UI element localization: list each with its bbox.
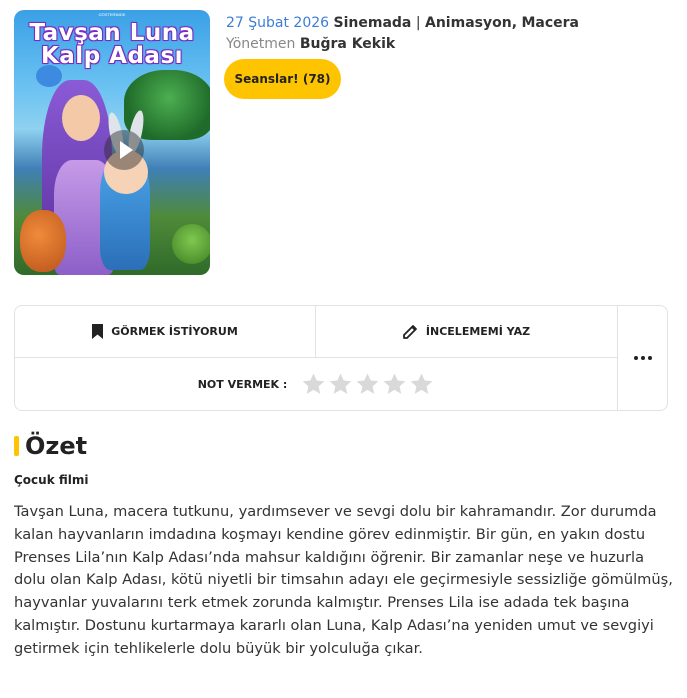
poster-squirrel-art: [20, 210, 66, 272]
movie-poster[interactable]: GÖSTERİMDE Tavşan Luna Kalp Adası: [14, 10, 210, 275]
poster-title-line2: Kalp Adası: [40, 43, 184, 69]
director-name[interactable]: Buğra Kekik: [300, 36, 395, 52]
star-icon[interactable]: [382, 372, 407, 397]
rating-label: NOT VERMEK :: [197, 377, 288, 391]
watchlist-label: GÖRMEK İSTİYORUM: [111, 325, 238, 338]
star-icon[interactable]: [328, 372, 353, 397]
director-info: Yönetmen Buğra Kekik: [226, 35, 666, 53]
release-date: 27 Şubat 2026: [226, 15, 330, 31]
movie-meta: 27 Şubat 2026 Sinemada | Animasyon, Mace…: [226, 14, 666, 53]
summary-text: Tavşan Luna, macera tutkunu, yardımsever…: [14, 503, 673, 657]
poster-title-line1: Tavşan Luna: [29, 20, 195, 46]
genre-comma: ,: [511, 15, 518, 31]
release-status: Sinemada: [333, 15, 412, 31]
star-icon[interactable]: [355, 372, 380, 397]
pencil-icon: [403, 324, 418, 339]
genre-tag: Çocuk filmi: [14, 473, 89, 487]
meta-separator: |: [415, 15, 421, 31]
more-dots-icon: [634, 356, 652, 360]
poster-credits: GÖSTERİMDE: [98, 12, 126, 17]
watchlist-button[interactable]: GÖRMEK İSTİYORUM: [15, 306, 316, 358]
director-label: Yönetmen: [226, 36, 296, 52]
release-info: 27 Şubat 2026 Sinemada | Animasyon, Mace…: [226, 14, 666, 32]
genre-link[interactable]: Animasyon: [425, 15, 512, 31]
summary-heading: Özet: [25, 432, 88, 460]
summary-accent-bar: [14, 436, 19, 456]
bookmark-icon: [92, 324, 104, 339]
poster-turtle-art: [172, 224, 210, 264]
star-rating: [301, 372, 434, 397]
showtimes-button[interactable]: Seanslar! (78): [224, 59, 341, 99]
play-trailer-button[interactable]: [104, 130, 144, 170]
review-label: İNCELEMEMİ YAZ: [425, 325, 531, 338]
more-options-button[interactable]: [618, 306, 668, 410]
rating-row: NOT VERMEK :: [15, 358, 618, 410]
poster-title: Tavşan Luna Kalp Adası: [14, 22, 210, 68]
star-icon[interactable]: [409, 372, 434, 397]
poster-princess-face-art: [62, 95, 100, 141]
write-review-button[interactable]: İNCELEMEMİ YAZ: [316, 306, 618, 358]
action-panel: GÖRMEK İSTİYORUM İNCELEMEMİ YAZ NOT VERM…: [14, 305, 668, 411]
genre-link[interactable]: Macera: [521, 15, 579, 31]
star-icon[interactable]: [301, 372, 326, 397]
